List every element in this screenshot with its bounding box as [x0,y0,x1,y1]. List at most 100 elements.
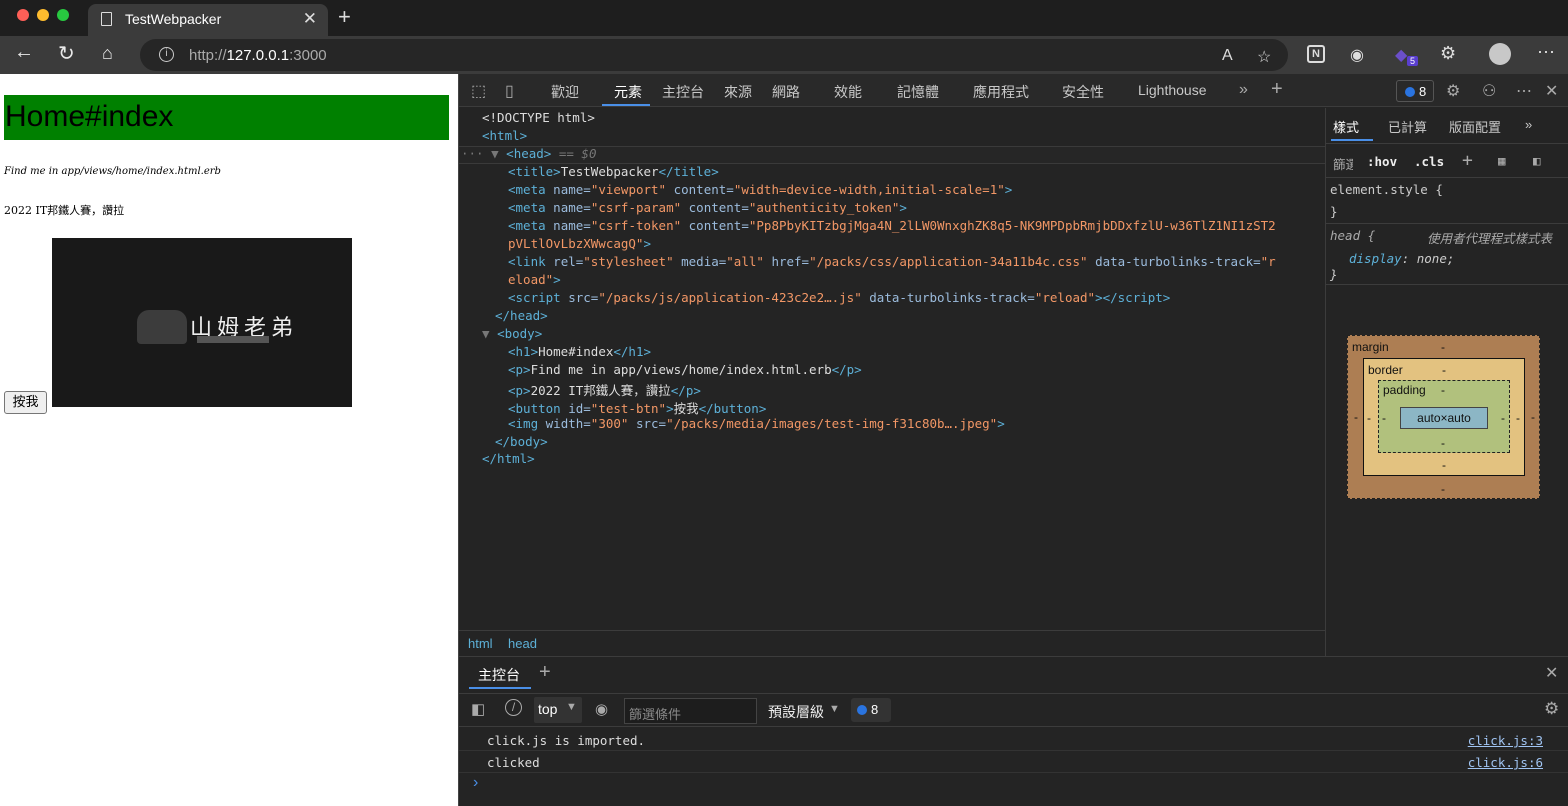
border-bottom-value: - [1442,458,1446,472]
notion-extension-icon[interactable]: N [1307,45,1325,63]
tab-elements[interactable]: 元素 [614,82,642,102]
console-source-link[interactable]: click.js:6 [1468,755,1543,770]
avatar[interactable] [1489,43,1511,65]
dom-node-meta-csrf-token[interactable]: <meta name="csrf-token" content="Pp8PbyK… [508,218,1276,236]
web-page-viewport: Home#index Find me in app/views/home/ind… [0,74,458,806]
browser-tab-title: TestWebpacker [125,11,222,27]
test-button[interactable]: 按我 [4,391,47,414]
tab-performance[interactable]: 效能 [834,82,862,102]
box-model-padding: padding - - - - auto×auto [1378,380,1510,453]
dom-node-body[interactable]: ▼ <body> [482,326,542,344]
dom-node-p1[interactable]: <p>Find me in app/views/home/index.html.… [508,362,862,380]
chevron-down-icon: ▼ [566,701,577,713]
browser-tab[interactable]: TestWebpacker ✕ [88,4,328,36]
tab-layout[interactable]: 版面配置 [1449,117,1501,136]
url-field[interactable]: i http://127.0.0.1:3000 A ☆ [140,39,1288,71]
sidebar-toggle-icon[interactable]: ◧ [1533,153,1541,168]
dom-node-title[interactable]: <title>TestWebpacker</title> [508,164,719,182]
close-tab-icon[interactable]: ✕ [303,9,317,29]
console-prompt[interactable]: › [473,774,478,792]
dom-node-h1[interactable]: <h1>Home#index</h1> [508,344,651,362]
log-levels-dropdown[interactable]: 預設層級 [768,702,824,722]
add-tab-icon[interactable]: + [1271,78,1283,101]
paint-icon[interactable]: ▦ [1498,153,1506,168]
reload-icon[interactable]: ↻ [58,41,75,66]
new-tab-icon[interactable]: + [338,4,351,30]
dom-node-script[interactable]: <script src="/packs/js/application-423c2… [508,290,1170,308]
maximize-window-button[interactable] [57,9,69,21]
console-filter-input[interactable]: 篩選條件 [624,698,757,724]
settings-gear-icon[interactable]: ⚙ [1446,81,1460,101]
user-agent-stylesheet-label: 使用者代理程式樣式表 [1427,231,1553,246]
back-icon[interactable]: ← [14,41,34,64]
console-settings-gear-icon[interactable]: ⚙ [1544,699,1559,719]
close-drawer-icon[interactable]: ✕ [1545,663,1558,683]
address-toolbar: ← ↻ ⌂ i http://127.0.0.1:3000 A ☆ N ◉ ◆ … [0,36,1568,74]
extensions-icon[interactable]: ⚙ [1440,43,1456,64]
clear-console-icon[interactable]: / [505,699,522,716]
tab-console[interactable]: 主控台 [662,82,704,102]
tab-sources[interactable]: 來源 [724,82,752,102]
tab-console-drawer[interactable]: 主控台 [478,665,520,685]
dom-node-html[interactable]: <html> [482,128,527,146]
console-issues-badge[interactable]: 8 [851,698,891,722]
element-style-rule[interactable]: element.style { [1330,182,1443,197]
divider [1326,284,1568,285]
customize-menu-icon[interactable]: ⋯ [1516,81,1532,101]
dom-node-p2[interactable]: <p>2022 IT邦鐵人賽，讚拉</p> [508,380,701,398]
box-model-border: border - - - - padding - - - - auto×auto [1363,358,1525,476]
margin-bottom-value: - [1441,482,1445,496]
close-devtools-icon[interactable]: ✕ [1545,81,1558,101]
dom-node-meta-viewport[interactable]: <meta name="viewport" content="width=dev… [508,182,1012,200]
border-right-value: - [1516,411,1520,425]
extension-puzzle-icon[interactable]: ◆ [1395,45,1407,65]
dom-node-button[interactable]: <button id="test-btn">按我</button> [508,398,766,416]
favorite-star-icon[interactable]: ☆ [1257,47,1271,67]
new-rule-icon[interactable]: + [1462,150,1473,171]
breadcrumb-head[interactable]: head [508,636,537,651]
styles-filter-input[interactable]: 篩選 [1333,154,1353,173]
tab-welcome[interactable]: 歡迎 [551,82,579,102]
read-aloud-icon[interactable]: A [1222,47,1233,65]
issues-icon [857,705,867,715]
minimize-window-button[interactable] [37,9,49,21]
dom-node-meta-csrf-token-cont: pVLtlOvLbzXWwcagQ"> [508,236,651,251]
dom-node-head[interactable]: ··· ▼ <head> == $0 [461,146,597,164]
feedback-icon[interactable]: ⚇ [1482,81,1496,101]
issues-badge[interactable]: 8 [1396,80,1434,102]
margin-left-value: - [1354,410,1358,424]
extension-icon[interactable]: ◉ [1350,45,1364,65]
browser-tab-strip: TestWebpacker ✕ + [0,0,1568,36]
breadcrumb-html[interactable]: html [468,636,493,651]
more-icon[interactable]: ⋯ [1537,42,1555,63]
more-tabs-icon[interactable]: » [1239,81,1248,99]
tab-computed[interactable]: 已計算 [1388,117,1427,136]
dom-node-doctype[interactable]: <!DOCTYPE html> [482,110,595,128]
dom-node-meta-csrf-param[interactable]: <meta name="csrf-param" content="authent… [508,200,907,218]
close-window-button[interactable] [17,9,29,21]
person-figure [137,310,187,344]
hov-toggle[interactable]: :hov [1367,154,1397,169]
info-icon[interactable]: i [159,47,174,62]
tab-security[interactable]: 安全性 [1062,82,1104,102]
sidebar-toggle-icon[interactable]: ◧ [471,700,485,718]
tab-network[interactable]: 網路 [772,82,800,102]
tab-styles[interactable]: 樣式 [1333,117,1359,136]
cls-toggle[interactable]: .cls [1414,154,1444,169]
tab-application[interactable]: 應用程式 [973,82,1029,102]
dom-node-img[interactable]: <img width="300" src="/packs/media/image… [508,416,1005,434]
dom-node-link[interactable]: <link rel="stylesheet" media="all" href=… [508,254,1276,272]
live-expression-eye-icon[interactable]: ◉ [595,700,608,718]
more-style-tabs-icon[interactable]: » [1525,117,1532,132]
border-top-value: - [1442,363,1446,377]
tab-lighthouse[interactable]: Lighthouse [1138,82,1207,98]
inspect-icon[interactable]: ⬚ [471,81,486,101]
divider [1326,223,1568,224]
tab-memory[interactable]: 記憶體 [897,82,939,102]
console-message-text: clicked [487,755,540,770]
active-style-tab-indicator [1331,139,1373,141]
add-drawer-tab-icon[interactable]: + [539,661,551,684]
home-icon[interactable]: ⌂ [102,43,113,64]
device-toggle-icon[interactable]: ▯ [505,81,514,101]
console-source-link[interactable]: click.js:3 [1468,733,1543,748]
